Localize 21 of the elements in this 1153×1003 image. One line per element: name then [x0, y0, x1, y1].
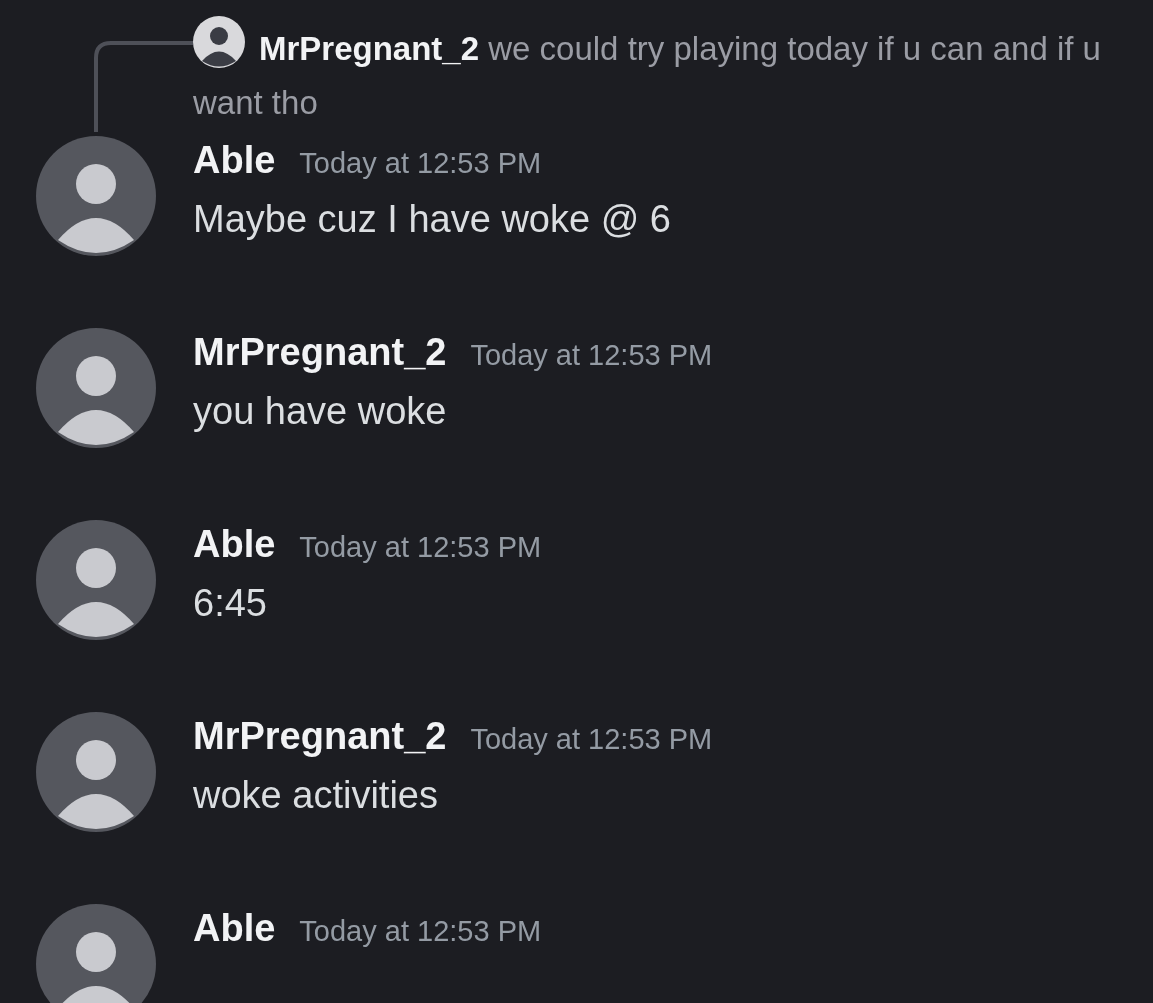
timestamp: Today at 12:53 PM: [470, 339, 713, 372]
username[interactable]: Able: [193, 138, 276, 182]
avatar-icon[interactable]: [36, 712, 156, 832]
username[interactable]: MrPregnant_2: [193, 330, 447, 374]
username[interactable]: Able: [193, 906, 276, 950]
message-text: you have woke: [193, 389, 448, 434]
avatar-icon[interactable]: [36, 904, 156, 1003]
timestamp: Today at 12:53 PM: [299, 915, 542, 948]
timestamp: Today at 12:53 PM: [470, 723, 713, 756]
avatar-icon[interactable]: [36, 328, 156, 448]
username[interactable]: Able: [193, 522, 276, 566]
reply-preview[interactable]: MrPregnant_2 we could try playing today if u can and if u want tho: [193, 22, 1143, 130]
username[interactable]: MrPregnant_2: [193, 714, 447, 758]
avatar-icon[interactable]: [36, 520, 156, 640]
timestamp: Today at 12:53 PM: [299, 531, 542, 564]
avatar-icon[interactable]: [36, 136, 156, 256]
message-text: Maybe cuz I have woke @ 6: [193, 197, 671, 242]
timestamp: Today at 12:53 PM: [299, 147, 542, 180]
message-text: woke activities: [193, 773, 439, 818]
avatar-icon[interactable]: [193, 16, 245, 68]
message-text: 6:45: [193, 581, 268, 626]
